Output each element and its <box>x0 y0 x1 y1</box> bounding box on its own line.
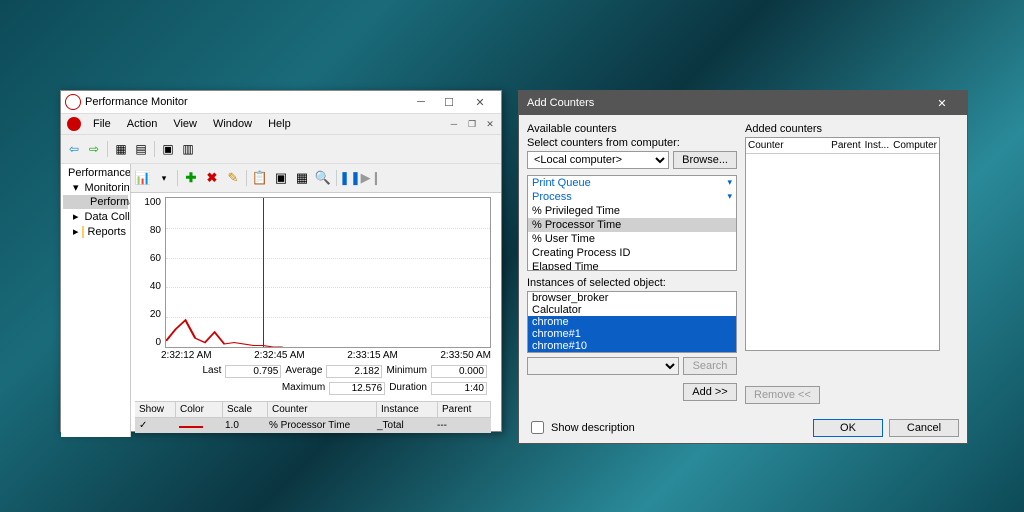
props-icon[interactable]: ▦ <box>292 168 312 188</box>
counters-listbox[interactable]: Print Queue Process % Privileged Time % … <box>527 175 737 271</box>
perfmon-window: Performance Monitor ─ ☐ ✕ File Action Vi… <box>60 90 502 432</box>
instance-item[interactable]: chrome <box>528 316 736 328</box>
menu-file[interactable]: File <box>85 116 119 132</box>
instances-listbox[interactable]: browser_broker Calculator chrome chrome#… <box>527 291 737 353</box>
available-counters-label: Available counters <box>527 123 737 135</box>
copy-icon[interactable]: 📋 <box>250 168 270 188</box>
main-panel: 📊 ▾ ✚ ✖ ✎ 📋 ▣ ▦ 🔍 ❚❚ ▶❙ 100 80 <box>131 164 501 437</box>
zoom-icon[interactable]: 🔍 <box>313 168 333 188</box>
dialog-title: Add Counters <box>527 97 925 109</box>
nav-tree[interactable]: Performance ▾ Monitoring Tools Performan… <box>61 164 131 437</box>
tree-monitoring-tools[interactable]: ▾ Monitoring Tools <box>63 180 128 195</box>
tree-data-collector-sets[interactable]: ▸ Data Collector Sets <box>63 209 128 224</box>
chart[interactable]: 100 80 60 40 20 0 <box>135 197 491 348</box>
stats-row-2: Maximum12.576 Duration1:40 <box>135 380 491 397</box>
close-button[interactable]: ✕ <box>463 92 497 112</box>
show-description-checkbox[interactable]: Show description <box>527 418 635 437</box>
view-type-icon[interactable]: 📊 <box>133 168 153 188</box>
mdi-minimize-button[interactable]: ─ <box>445 116 463 132</box>
x-axis: 2:32:12 AM 2:32:45 AM 2:33:15 AM 2:33:50… <box>135 348 491 363</box>
menu-view[interactable]: View <box>165 116 205 132</box>
search-button[interactable]: Search <box>683 357 737 375</box>
remove-button[interactable]: Remove << <box>745 386 820 404</box>
toolbar: ⇦ ⇨ ▦ ▤ ▣ ▥ <box>61 135 501 164</box>
computer-select[interactable]: <Local computer> <box>527 151 669 169</box>
maximize-button[interactable]: ☐ <box>435 92 463 112</box>
refresh-icon[interactable]: ▣ <box>159 140 177 158</box>
forward-icon[interactable]: ⇨ <box>85 140 103 158</box>
dialog-titlebar[interactable]: Add Counters ✕ <box>519 91 967 115</box>
menubar: File Action View Window Help ─ ❐ ✕ <box>61 114 501 135</box>
added-counters-listbox[interactable]: Counter Parent Inst... Computer <box>745 137 940 351</box>
back-icon[interactable]: ⇦ <box>65 140 83 158</box>
menu-help[interactable]: Help <box>260 116 299 132</box>
add-counters-dialog: Add Counters ✕ Available counters Select… <box>518 90 968 444</box>
dialog-close-button[interactable]: ✕ <box>925 93 959 113</box>
instance-search-input[interactable] <box>527 357 679 375</box>
instance-item[interactable]: chrome#10 <box>528 340 736 352</box>
add-button[interactable]: Add >> <box>683 383 737 401</box>
mdi-close-button[interactable]: ✕ <box>481 116 499 132</box>
menu-action[interactable]: Action <box>119 116 166 132</box>
paste-icon[interactable]: ▣ <box>271 168 291 188</box>
counter-item[interactable]: Elapsed Time <box>528 260 736 271</box>
counter-item[interactable]: % Processor Time <box>528 218 736 232</box>
series-line <box>166 198 490 347</box>
tree-reports[interactable]: ▸ Reports <box>63 224 128 239</box>
add-icon[interactable]: ✚ <box>181 168 201 188</box>
color-swatch <box>179 426 203 428</box>
highlight-icon[interactable]: ✎ <box>223 168 243 188</box>
legend-row[interactable]: ✓ 1.0 % Processor Time _Total --- <box>135 418 491 433</box>
tree-root[interactable]: Performance <box>63 166 128 180</box>
counter-item[interactable]: Creating Process ID <box>528 246 736 260</box>
instance-item[interactable]: chrome#1 <box>528 328 736 340</box>
properties-icon[interactable]: ▤ <box>132 140 150 158</box>
plot-area[interactable] <box>165 197 491 348</box>
category-print-queue[interactable]: Print Queue <box>528 176 736 190</box>
select-from-label: Select counters from computer: <box>527 137 737 149</box>
instance-item[interactable]: Calculator <box>528 304 736 316</box>
instance-item[interactable]: chrome#11 <box>528 352 736 353</box>
dropdown-icon[interactable]: ▾ <box>154 168 174 188</box>
instances-label: Instances of selected object: <box>527 277 737 289</box>
menu-window[interactable]: Window <box>205 116 260 132</box>
ok-button[interactable]: OK <box>813 419 883 437</box>
chart-toolbar: 📊 ▾ ✚ ✖ ✎ 📋 ▣ ▦ 🔍 ❚❚ ▶❙ <box>131 164 501 193</box>
browse-button[interactable]: Browse... <box>673 151 737 169</box>
mdi-restore-button[interactable]: ❐ <box>463 116 481 132</box>
perfmon-icon <box>65 94 81 110</box>
counter-item[interactable]: % Privileged Time <box>528 204 736 218</box>
category-process[interactable]: Process <box>528 190 736 204</box>
minimize-button[interactable]: ─ <box>407 92 435 112</box>
window-title: Performance Monitor <box>85 96 407 108</box>
titlebar[interactable]: Performance Monitor ─ ☐ ✕ <box>61 91 501 114</box>
cancel-button[interactable]: Cancel <box>889 419 959 437</box>
y-axis: 100 80 60 40 20 0 <box>135 197 165 348</box>
counter-item[interactable]: % User Time <box>528 232 736 246</box>
legend[interactable]: Show Color Scale Counter Instance Parent… <box>135 401 491 433</box>
export-icon[interactable]: ▥ <box>179 140 197 158</box>
app-icon <box>67 117 81 131</box>
added-counters-label: Added counters <box>745 123 940 135</box>
show-hide-icon[interactable]: ▦ <box>112 140 130 158</box>
delete-icon[interactable]: ✖ <box>202 168 222 188</box>
stats-row: Last0.795 Average2.182 Minimum0.000 <box>135 363 491 380</box>
tree-performance-monitor[interactable]: Performance Monitor <box>63 195 128 209</box>
update-icon[interactable]: ▶❙ <box>361 168 381 188</box>
instance-item[interactable]: browser_broker <box>528 292 736 304</box>
freeze-icon[interactable]: ❚❚ <box>340 168 360 188</box>
